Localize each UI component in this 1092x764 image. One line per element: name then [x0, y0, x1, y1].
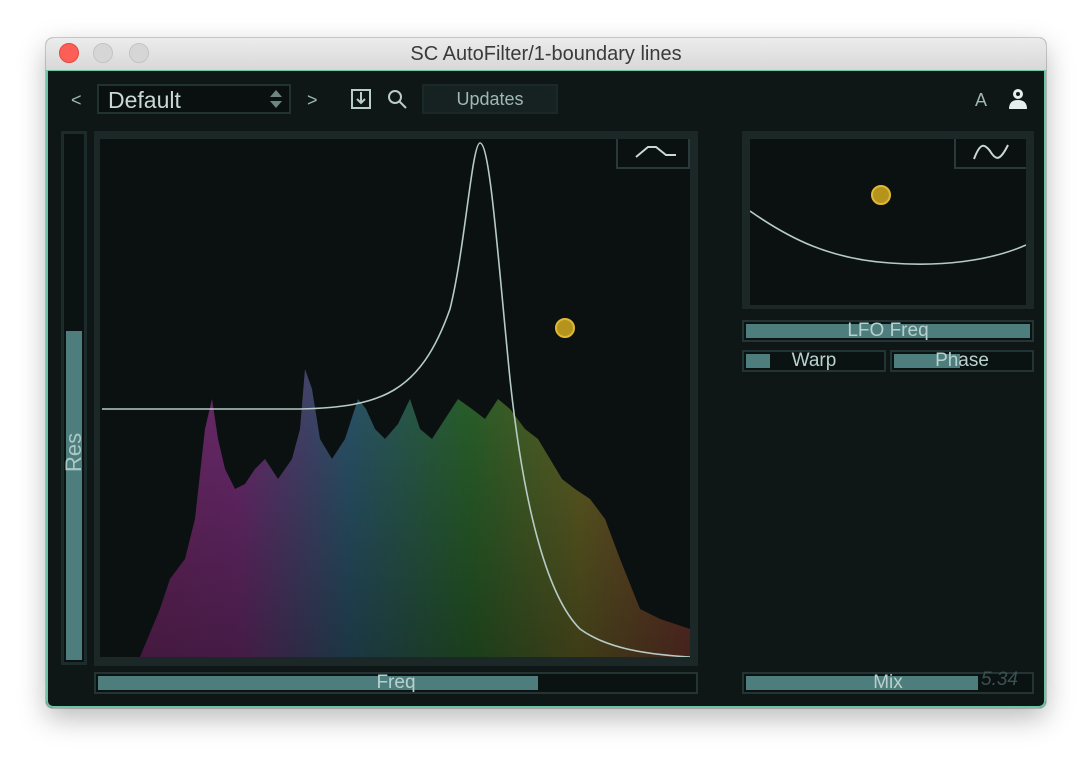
- a-button[interactable]: A: [975, 90, 987, 111]
- res-slider[interactable]: Res: [61, 131, 87, 665]
- freq-label: Freq: [376, 672, 416, 693]
- plugin-body: < Default > Updates A Res Freq LFO Freq …: [46, 70, 1046, 708]
- filter-handle[interactable]: [555, 318, 575, 338]
- lfo-display[interactable]: [742, 131, 1034, 309]
- lowpass-shape-icon: [635, 146, 676, 158]
- sine-wave-icon: [973, 144, 1009, 160]
- preset-selector[interactable]: Default: [97, 84, 291, 114]
- user-icon[interactable]: [1008, 88, 1028, 110]
- dropdown-arrows-icon: [270, 90, 282, 108]
- freq-slider[interactable]: Freq: [94, 672, 698, 694]
- lfo-view: [750, 139, 1026, 305]
- lfo-shape-button[interactable]: [954, 139, 1026, 169]
- save-icon[interactable]: [350, 88, 372, 110]
- lfo-freq-label: LFO Freq: [847, 320, 929, 341]
- plugin-window: SC AutoFilter/1-boundary lines < Default…: [46, 38, 1046, 708]
- res-label: Res: [61, 432, 86, 472]
- version-label: 5.34: [981, 669, 1018, 690]
- updates-button[interactable]: Updates: [422, 84, 558, 114]
- next-preset-button[interactable]: >: [307, 90, 318, 111]
- search-icon[interactable]: [386, 88, 408, 110]
- phase-slider[interactable]: Phase: [890, 350, 1034, 372]
- filter-shape-button[interactable]: [616, 139, 690, 169]
- title-bar[interactable]: SC AutoFilter/1-boundary lines: [46, 38, 1046, 71]
- phase-label: Phase: [935, 350, 989, 371]
- preset-name: Default: [108, 87, 181, 113]
- window-title: SC AutoFilter/1-boundary lines: [410, 43, 682, 65]
- warp-label: Warp: [791, 350, 837, 371]
- warp-slider[interactable]: Warp: [742, 350, 886, 372]
- spectrum-and-curve: [102, 142, 690, 657]
- filter-display[interactable]: [94, 131, 698, 666]
- lfo-freq-slider[interactable]: LFO Freq: [742, 320, 1034, 342]
- res-slider-fill: [66, 331, 82, 660]
- lfo-handle[interactable]: [871, 185, 891, 205]
- prev-preset-button[interactable]: <: [71, 90, 82, 111]
- spectrum-view: [100, 139, 690, 657]
